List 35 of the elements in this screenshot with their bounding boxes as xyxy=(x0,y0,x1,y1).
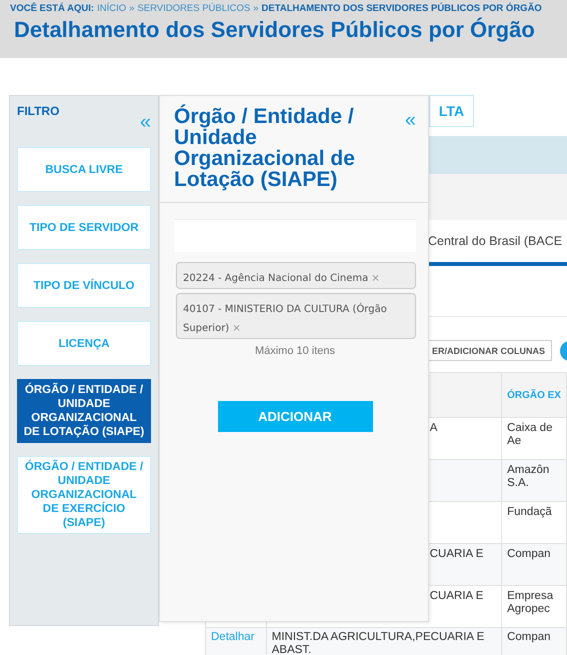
tag-label: 40107 - MINISTERIO DA CULTURA (Órgão Superior) × xyxy=(183,304,387,334)
table-cell: Fundaçã xyxy=(507,506,552,519)
selected-organ-text: Central do Brasil (BACE xyxy=(428,234,562,248)
page-title: Detalhamento dos Servidores Públicos por Órgão xyxy=(14,17,536,43)
filter-title: FILTRO xyxy=(17,104,60,120)
filter-item[interactable]: TIPO DE SERVIDOR xyxy=(17,205,151,250)
filter-item[interactable]: ÓRGÃO / ENTIDADE / UNIDADE ORGANIZACIONAL DE LOTAÇÃO (SIAPE) xyxy=(17,379,151,443)
tag-label: 20224 - Agência Nacional do Cinema × xyxy=(183,273,380,284)
filter-item[interactable]: ÓRGÃO / ENTIDADE / UNIDADE ORGANIZACIONAL DE EXERCÍCIO (SIAPE) xyxy=(17,456,151,534)
table-cell-text: MINIST.DA AGRICULTURA,PECUARIA E ABAST. xyxy=(272,631,486,655)
table-cell-text: A xyxy=(428,422,438,435)
table-cell: Compan xyxy=(507,548,551,561)
table-cell-text: Amazôn S.A. xyxy=(507,464,550,490)
filter-item[interactable]: TIPO DE VÍNCULO xyxy=(17,263,151,308)
consult-button[interactable]: LTA xyxy=(429,95,474,127)
limit-hint: Máximo 10 itens xyxy=(254,345,336,357)
remove-icon[interactable]: × xyxy=(232,323,241,334)
remove-icon[interactable]: × xyxy=(371,273,380,284)
filter-item[interactable]: BUSCA LIVRE xyxy=(17,147,151,192)
breadcrumb-separator: » xyxy=(129,3,134,14)
table-cell-text: CUARIA E xyxy=(428,548,484,561)
breadcrumb-link[interactable]: DETALHAMENTO DOS SERVIDORES PÚBLICOS POR ÓRGÃO xyxy=(262,3,542,14)
add-button[interactable]: ADICIONAR xyxy=(218,401,372,432)
table-cell-text: Empresa Agropec xyxy=(507,590,554,616)
breadcrumb-link[interactable]: INÍCIO xyxy=(97,3,126,14)
collapse-icon[interactable]: « xyxy=(404,110,416,190)
table-cell-text: CUARIA E xyxy=(428,590,484,603)
breadcrumb-link[interactable]: SERVIDORES PÚBLICOS xyxy=(137,3,250,14)
filter-item[interactable]: LICENÇA xyxy=(17,321,151,366)
table-cell-text: Caixa de Ae xyxy=(507,422,554,448)
collapse-icon[interactable]: « xyxy=(140,112,151,129)
panel-title: Órgão / Entidade / Unidade Organizacional de Lotação (SIAPE) xyxy=(174,106,356,190)
breadcrumb-label: VOCÊ ESTÁ AQUI: xyxy=(10,3,94,14)
table-cell: Compan xyxy=(507,631,551,644)
breadcrumb-separator: » xyxy=(253,3,259,14)
